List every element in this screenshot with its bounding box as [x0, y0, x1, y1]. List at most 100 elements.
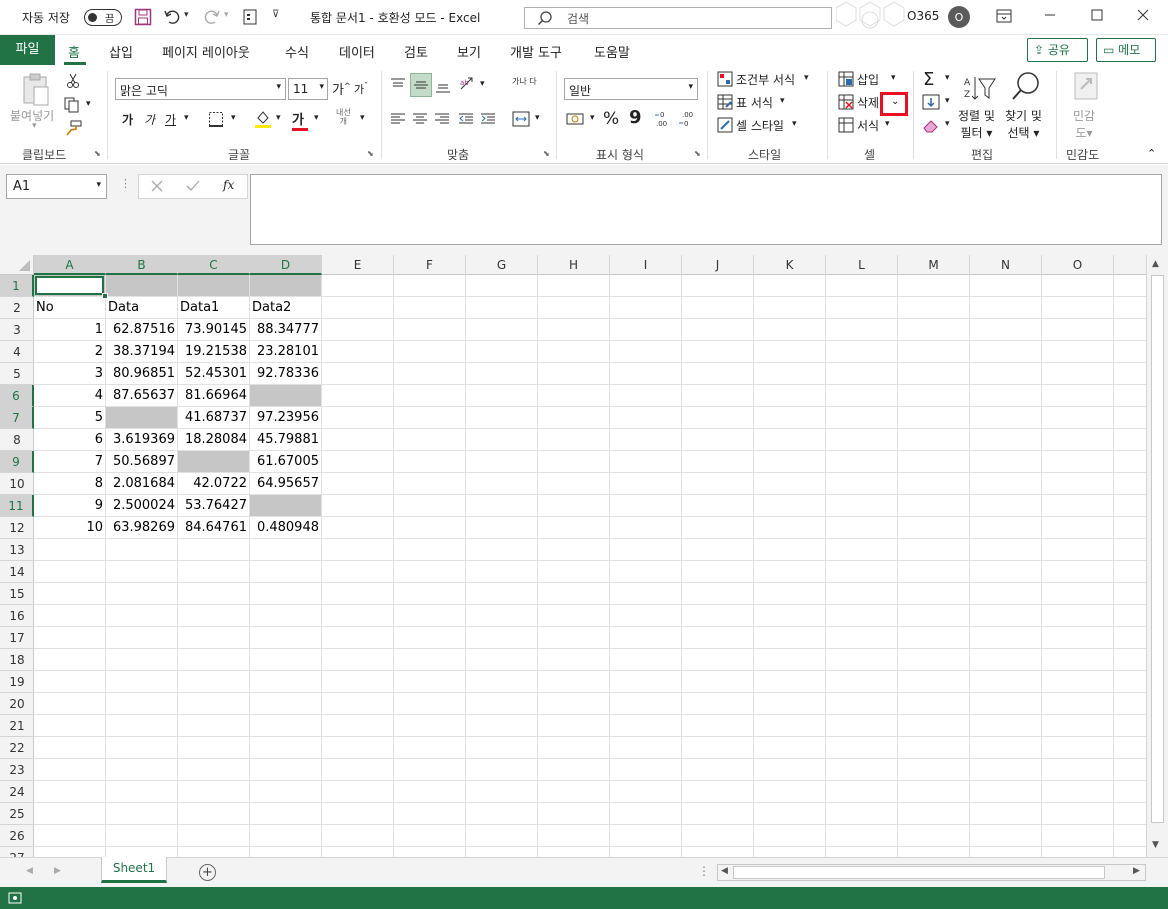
- cell-a6[interactable]: 4: [34, 385, 105, 406]
- alignment-launcher-icon[interactable]: ⬊: [543, 149, 550, 158]
- cancel-icon[interactable]: [151, 180, 163, 192]
- form-icon[interactable]: [243, 9, 257, 25]
- cell-styles-dropdown-icon[interactable]: ▾: [792, 119, 797, 129]
- select-all-button[interactable]: [0, 255, 34, 275]
- number-format-select[interactable]: 일반 ▾: [564, 78, 698, 100]
- increase-decimal-icon[interactable]: 0.00: [654, 109, 674, 129]
- tab-formulas[interactable]: 수식: [285, 42, 309, 61]
- orientation-dropdown-icon[interactable]: ▾: [480, 79, 485, 89]
- format-cells-dropdown-icon[interactable]: ▾: [885, 119, 890, 129]
- decrease-indent-icon[interactable]: [458, 111, 474, 127]
- row-header-19[interactable]: 19: [0, 671, 34, 693]
- header-cell-a[interactable]: No: [34, 297, 105, 318]
- tab-help[interactable]: 도움말: [594, 42, 630, 61]
- clipboard-launcher-icon[interactable]: ⬊: [94, 149, 101, 158]
- format-table-dropdown-icon[interactable]: ▾: [780, 96, 785, 106]
- cell-b1[interactable]: [106, 275, 177, 296]
- header-cell-b[interactable]: Data: [106, 297, 177, 318]
- column-header-i[interactable]: I: [610, 255, 682, 275]
- cell-b12[interactable]: 63.98269: [106, 517, 177, 538]
- row-header-6[interactable]: 6: [0, 385, 34, 407]
- comma-button[interactable]: 9: [629, 107, 642, 128]
- cell-d5[interactable]: 92.78336: [250, 363, 321, 384]
- cell-b5[interactable]: 80.96851: [106, 363, 177, 384]
- find-select-icon[interactable]: [1011, 71, 1041, 103]
- cell-a3[interactable]: 1: [34, 319, 105, 340]
- tab-view[interactable]: 보기: [457, 42, 481, 61]
- add-sheet-icon[interactable]: +: [199, 864, 216, 881]
- currency-icon[interactable]: [566, 111, 586, 127]
- column-header-k[interactable]: K: [754, 255, 826, 275]
- close-icon[interactable]: [1137, 9, 1149, 21]
- insert-cells-icon[interactable]: [838, 71, 854, 87]
- cell-d11[interactable]: [250, 495, 321, 516]
- cell-b8[interactable]: 3.619369: [106, 429, 177, 450]
- row-header-15[interactable]: 15: [0, 583, 34, 605]
- row-header-22[interactable]: 22: [0, 737, 34, 759]
- font-size-select[interactable]: 11 ▾: [288, 78, 328, 100]
- align-middle-icon[interactable]: [410, 73, 432, 97]
- align-left-icon[interactable]: [390, 111, 406, 127]
- column-header-c[interactable]: C: [178, 255, 250, 275]
- sort-filter-icon[interactable]: AZ: [962, 73, 996, 103]
- delete-cells-label[interactable]: 삭제: [857, 94, 879, 111]
- row-header-20[interactable]: 20: [0, 693, 34, 715]
- row-header-8[interactable]: 8: [0, 429, 34, 451]
- cell-a11[interactable]: 9: [34, 495, 105, 516]
- row-header-2[interactable]: 2: [0, 297, 34, 319]
- ribbon-display-icon[interactable]: [996, 9, 1012, 23]
- delete-cells-icon[interactable]: [838, 94, 854, 110]
- find-select-label[interactable]: 찾기 및 선택 ▾: [1005, 107, 1042, 141]
- font-color-dropdown-icon[interactable]: ▾: [314, 113, 319, 123]
- column-header-l[interactable]: L: [826, 255, 898, 275]
- horizontal-scrollbar[interactable]: ◀ ▶: [717, 864, 1146, 881]
- tab-page-layout[interactable]: 페이지 레이아웃: [162, 42, 250, 61]
- font-color-icon[interactable]: 가: [292, 109, 308, 131]
- cell-d7[interactable]: 97.23956: [250, 407, 321, 428]
- cell-d10[interactable]: 64.95657: [250, 473, 321, 494]
- cut-icon[interactable]: [66, 73, 80, 89]
- enter-icon[interactable]: [186, 180, 200, 192]
- phonetic-dropdown-icon[interactable]: ▾: [360, 113, 365, 123]
- conditional-format-dropdown-icon[interactable]: ▾: [804, 73, 809, 83]
- insert-cells-label[interactable]: 삽입: [857, 71, 879, 88]
- column-header-m[interactable]: M: [898, 255, 970, 275]
- tab-splitter-icon[interactable]: ⋮: [698, 864, 710, 878]
- sort-filter-label[interactable]: 정렬 및 필터 ▾: [958, 107, 995, 141]
- cell-b6[interactable]: 87.65637: [106, 385, 177, 406]
- cell-styles-icon[interactable]: [717, 117, 733, 133]
- sheet-prev-icon[interactable]: ◀: [26, 866, 33, 876]
- row-header-24[interactable]: 24: [0, 781, 34, 803]
- tab-developer[interactable]: 개발 도구: [510, 42, 562, 61]
- cell-c7[interactable]: 41.68737: [178, 407, 249, 428]
- increase-font-icon[interactable]: 가^: [332, 79, 351, 98]
- cell-a12[interactable]: 10: [34, 517, 105, 538]
- row-header-17[interactable]: 17: [0, 627, 34, 649]
- row-header-13[interactable]: 13: [0, 539, 34, 561]
- scroll-down-icon[interactable]: ▼: [1152, 840, 1159, 850]
- cell-a5[interactable]: 3: [34, 363, 105, 384]
- redo-dropdown-icon[interactable]: ▾: [224, 10, 229, 20]
- scroll-right-icon[interactable]: ▶: [1133, 866, 1140, 876]
- row-header-26[interactable]: 26: [0, 825, 34, 847]
- copy-dropdown-icon[interactable]: ▾: [86, 99, 91, 109]
- clear-icon[interactable]: [922, 117, 940, 133]
- collapse-ribbon-icon[interactable]: ⌃: [1147, 147, 1156, 160]
- column-header-n[interactable]: N: [970, 255, 1042, 275]
- cell-b3[interactable]: 62.87516: [106, 319, 177, 340]
- align-bottom-icon[interactable]: [435, 77, 451, 93]
- merge-dropdown-icon[interactable]: ▾: [535, 113, 540, 123]
- format-cells-icon[interactable]: [838, 117, 854, 133]
- phonetic-icon[interactable]: 내선 개: [336, 108, 351, 126]
- format-painter-icon[interactable]: [65, 120, 83, 136]
- row-header-9[interactable]: 9: [0, 451, 34, 473]
- percent-button[interactable]: %: [603, 109, 619, 129]
- align-center-icon[interactable]: [412, 111, 428, 127]
- column-header-f[interactable]: F: [394, 255, 466, 275]
- border-icon[interactable]: [208, 111, 224, 127]
- cell-b10[interactable]: 2.081684: [106, 473, 177, 494]
- cell-d6[interactable]: [250, 385, 321, 406]
- cell-a10[interactable]: 8: [34, 473, 105, 494]
- cell-d4[interactable]: 23.28101: [250, 341, 321, 362]
- cell-b9[interactable]: 50.56897: [106, 451, 177, 472]
